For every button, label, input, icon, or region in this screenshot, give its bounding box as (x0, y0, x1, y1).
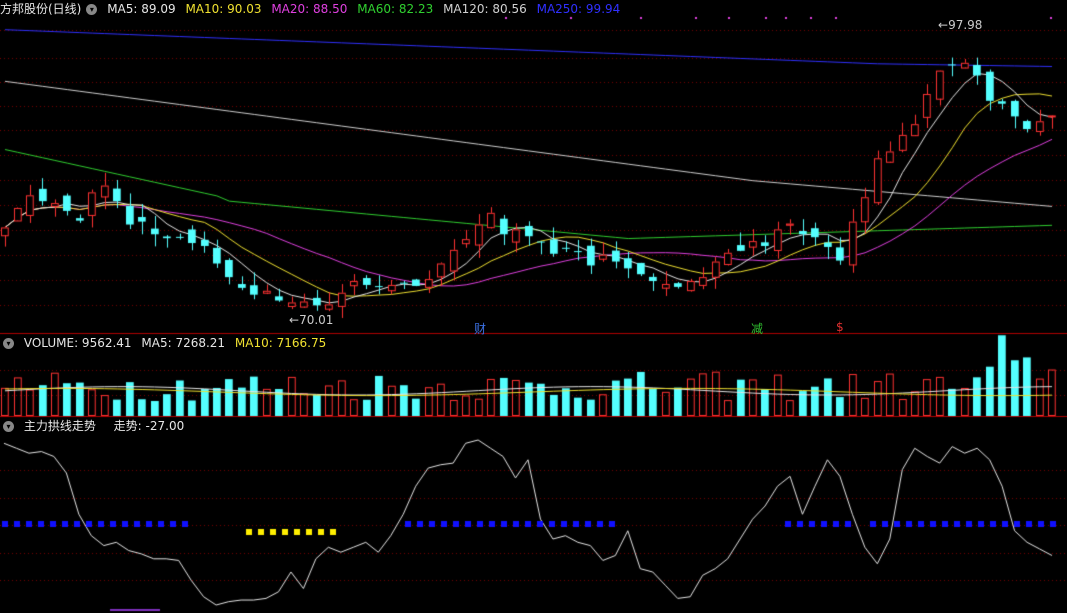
indicator-panel-header: ▾ 主力拱线走势 走势: -27.00 (0, 418, 190, 434)
volume-ma5-label: MA5: 7268.21 (141, 336, 226, 350)
ma20-label: MA20: 88.50 (271, 2, 348, 16)
ma120-label: MA120: 80.56 (443, 2, 527, 16)
kline-chart[interactable] (0, 0, 1067, 613)
price-panel-header: 方邦股份(日线) ▾ MA5: 89.09 MA10: 90.03 MA20: 8… (0, 1, 626, 17)
collapse-icon[interactable]: ▾ (3, 421, 14, 432)
low-price-label: ←70.01 (289, 313, 334, 327)
volume-ma10-label: MA10: 7166.75 (234, 336, 327, 350)
volume-label: VOLUME: 9562.41 (23, 336, 132, 350)
indicator-title: 主力拱线走势 (23, 419, 96, 433)
high-price-label: ←97.98 (938, 18, 983, 32)
event-marker-finance[interactable]: 财 (474, 320, 486, 337)
low-price-value: 70.01 (299, 313, 334, 327)
high-price-value: 97.98 (948, 18, 983, 32)
indicator-value: 走势: -27.00 (113, 419, 185, 433)
ma5-label: MA5: 89.09 (107, 2, 176, 16)
event-marker-dollar[interactable]: $ (836, 320, 844, 334)
volume-panel-header: ▾ VOLUME: 9562.41 MA5: 7268.21 MA10: 716… (0, 335, 332, 351)
ma60-label: MA60: 82.23 (357, 2, 434, 16)
stock-title: 方邦股份(日线) (0, 2, 82, 16)
ma250-label: MA250: 99.94 (536, 2, 621, 16)
event-marker-reduce[interactable]: 减 (751, 320, 763, 337)
collapse-icon[interactable]: ▾ (86, 4, 98, 15)
ma10-label: MA10: 90.03 (185, 2, 262, 16)
collapse-icon[interactable]: ▾ (3, 338, 14, 349)
